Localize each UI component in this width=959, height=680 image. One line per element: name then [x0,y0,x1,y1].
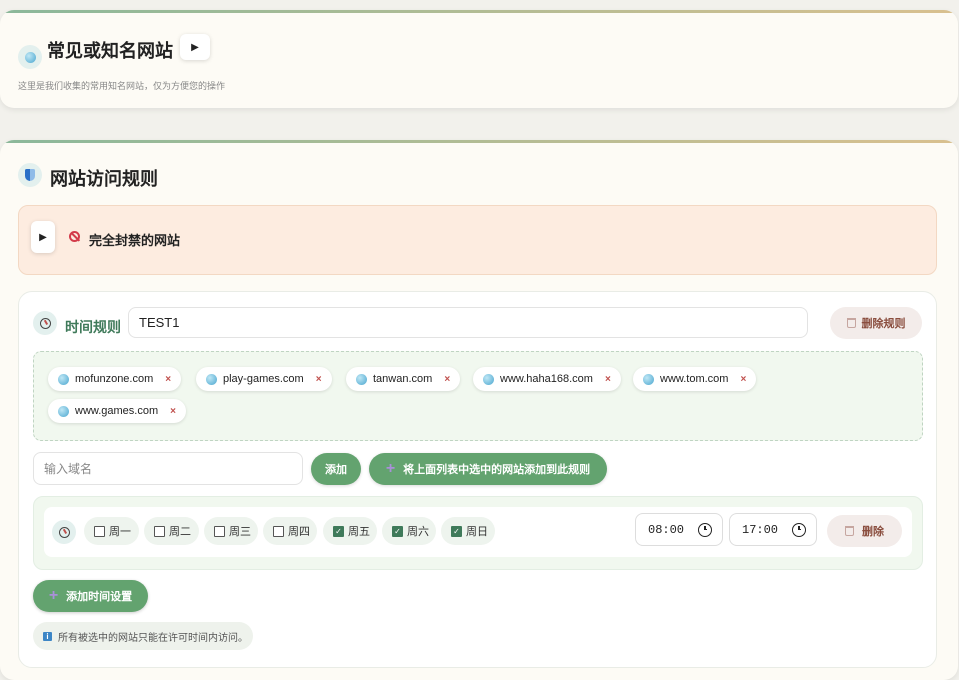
card-accent-bar [0,140,958,143]
checkbox-icon [273,525,284,537]
rule-domain-list: mofunzone.com × play-games.com × tanwan.… [33,351,923,441]
plus-icon: + [385,460,396,477]
info-note-text: 所有被选中的网站只能在许可时间内访问。 [58,632,248,644]
day-label: 周六 [407,526,429,538]
clock-icon[interactable] [792,522,806,537]
shield-icon [18,163,42,187]
add-selected-sites-label: 将上面列表中选中的网站添加到此规则 [403,464,591,476]
day-checkbox-fri[interactable]: ✓ 周五 [323,517,377,545]
checkbox-icon [214,525,225,537]
remove-domain-icon[interactable]: × [605,374,611,385]
time-rule-label: 时间规则 [65,319,121,335]
known-sites-toggle-button[interactable]: ▶ [180,34,210,60]
globe-icon [58,373,69,385]
info-icon: i [43,631,52,641]
trash-icon [845,526,854,536]
globe-icon [18,45,42,69]
info-note: i 所有被选中的网站只能在许可时间内访问。 [33,622,253,650]
remove-domain-icon[interactable]: × [444,374,450,385]
delete-rule-label: 删除规则 [861,318,906,330]
remove-domain-icon[interactable]: × [165,374,171,385]
known-sites-title: 常见或知名网站 [47,41,173,61]
end-time-value: 17:00 [742,522,779,537]
domain-chip[interactable]: play-games.com × [196,367,332,391]
day-label: 周二 [169,526,191,538]
start-time-input[interactable]: 08:00 [635,513,723,546]
day-label: 周三 [229,526,251,538]
globe-icon [58,405,69,417]
domain-chip[interactable]: mofunzone.com × [48,367,182,391]
card-accent-bar [0,10,958,13]
access-rules-title: 网站访问规则 [50,169,158,189]
add-domain-button[interactable]: 添加 [311,453,361,485]
domain-chip[interactable]: tanwan.com × [346,367,461,391]
add-time-setting-button[interactable]: + 添加时间设置 [33,580,148,612]
gauge-icon [52,520,76,544]
day-label: 周五 [348,526,370,538]
end-time-input[interactable]: 17:00 [729,513,817,546]
day-checkbox-sun[interactable]: ✓ 周日 [441,517,495,545]
domain-chip-label: www.games.com [75,405,159,417]
start-time-value: 08:00 [648,522,685,537]
checkbox-icon [154,525,165,537]
day-label: 周一 [109,526,131,538]
domain-chip[interactable]: www.games.com × [48,399,186,423]
domain-chip-label: www.haha168.com [500,373,593,385]
domain-input[interactable] [33,452,303,485]
delete-rule-button[interactable]: 删除规则 [830,307,922,339]
ban-icon [69,231,80,242]
blocked-sites-panel: ▶ 完全封禁的网站 [18,205,937,275]
delete-time-button[interactable]: 删除 [827,515,902,547]
known-sites-card: 常见或知名网站 ▶ 这里是我们收集的常用知名网站，仅为方便您的操作 [0,10,958,108]
trash-icon [846,318,856,328]
delete-time-label: 删除 [862,526,884,538]
checkbox-checked-icon: ✓ [451,525,462,537]
access-rules-card: 网站访问规则 ▶ 完全封禁的网站 时间规则 删除规则 mofunzone.com… [0,140,958,680]
blocked-sites-label: 完全封禁的网站 [89,233,181,248]
play-icon: ▶ [191,41,199,53]
time-schedule-panel: 周一 周二 周三 周四 ✓ 周五 ✓ 周六 ✓ 周日 08:00 17:00 删… [33,496,923,570]
add-selected-sites-button[interactable]: + 将上面列表中选中的网站添加到此规则 [369,453,607,485]
domain-chip-label: play-games.com [223,373,304,385]
domain-chip-label: tanwan.com [373,373,433,385]
day-checkbox-thu[interactable]: 周四 [263,517,317,545]
day-checkbox-sat[interactable]: ✓ 周六 [382,517,436,545]
day-label: 周四 [288,526,310,538]
add-time-setting-label: 添加时间设置 [66,591,133,603]
domain-chip-label: mofunzone.com [75,373,154,385]
gauge-icon [33,311,57,335]
remove-domain-icon[interactable]: × [170,406,176,417]
domain-chip-label: www.tom.com [660,373,729,385]
globe-icon [643,373,654,385]
day-checkbox-tue[interactable]: 周二 [144,517,199,545]
rule-name-input[interactable] [128,307,808,338]
remove-domain-icon[interactable]: × [316,374,322,385]
clock-icon[interactable] [698,522,712,537]
globe-icon [483,373,494,385]
time-schedule-row: 周一 周二 周三 周四 ✓ 周五 ✓ 周六 ✓ 周日 08:00 17:00 删… [44,507,912,557]
globe-icon [206,373,217,385]
checkbox-checked-icon: ✓ [392,525,403,537]
day-label: 周日 [466,526,488,538]
time-rule-panel: 时间规则 删除规则 mofunzone.com × play-games.com… [18,291,937,668]
remove-domain-icon[interactable]: × [740,374,746,385]
blocked-sites-toggle-button[interactable]: ▶ [31,221,55,253]
plus-icon: + [48,587,59,604]
domain-chip[interactable]: www.tom.com × [633,367,757,391]
day-checkbox-mon[interactable]: 周一 [84,517,139,545]
play-icon: ▶ [39,231,47,243]
day-checkbox-wed[interactable]: 周三 [204,517,258,545]
globe-icon [356,373,367,385]
checkbox-checked-icon: ✓ [333,525,344,537]
known-sites-subtitle: 这里是我们收集的常用知名网站，仅为方便您的操作 [18,81,226,91]
domain-chip[interactable]: www.haha168.com × [473,367,621,391]
checkbox-icon [94,525,105,537]
